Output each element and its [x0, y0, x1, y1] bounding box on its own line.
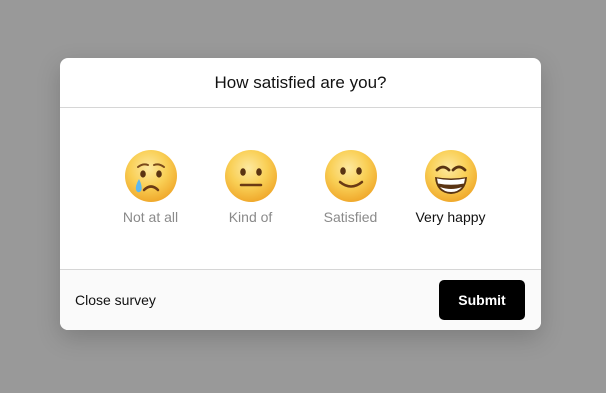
- rating-option-label: Kind of: [228, 209, 273, 225]
- rating-option-very-happy[interactable]: Very happy: [401, 149, 501, 225]
- rating-option-kind-of[interactable]: Kind of: [201, 149, 301, 225]
- rating-option-label: Not at all: [122, 209, 179, 225]
- crying-face-icon: [124, 150, 177, 202]
- close-survey-link[interactable]: Close survey: [75, 292, 156, 308]
- slightly-smiling-face-icon: [324, 150, 377, 202]
- grinning-face-icon: [424, 150, 477, 202]
- dialog-title: How satisfied are you?: [214, 72, 387, 92]
- rating-option-label: Very happy: [415, 209, 486, 225]
- submit-button[interactable]: Submit: [439, 280, 525, 320]
- modal-backdrop: How satisfied are you? Not at all Kind o…: [0, 0, 606, 393]
- rating-option-satisfied[interactable]: Satisfied: [301, 149, 401, 225]
- dialog-footer: Close survey Submit: [60, 269, 541, 330]
- survey-dialog: How satisfied are you? Not at all Kind o…: [60, 58, 541, 330]
- rating-option-label: Satisfied: [323, 209, 378, 225]
- dialog-header: How satisfied are you?: [60, 58, 541, 108]
- rating-options: Not at all Kind of Satisfied Very happy: [60, 108, 541, 269]
- neutral-face-icon: [224, 150, 277, 202]
- rating-option-not-at-all[interactable]: Not at all: [101, 149, 201, 225]
